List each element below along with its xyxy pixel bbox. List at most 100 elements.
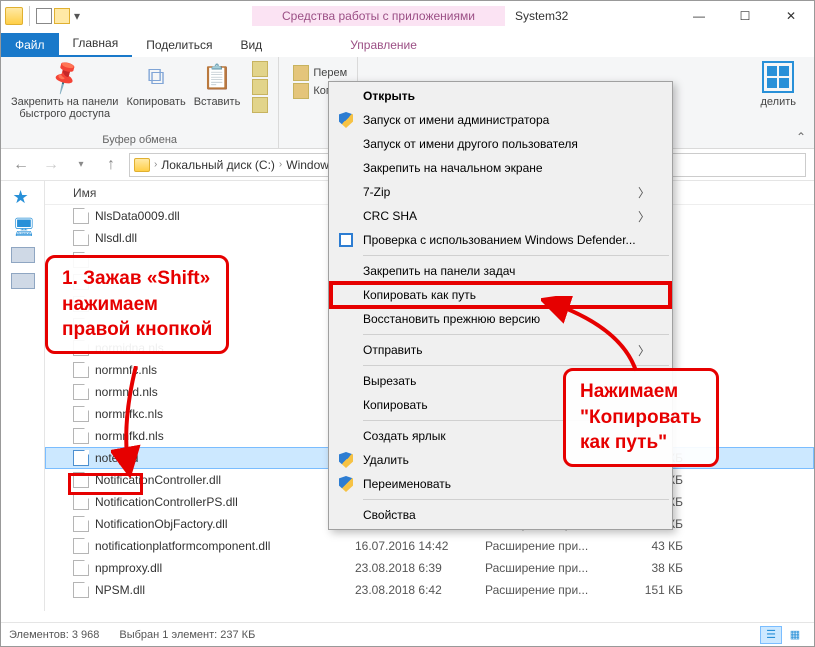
file-row[interactable]: npmproxy.dll23.08.2018 6:39Расширение пр… bbox=[45, 557, 814, 579]
drive-icon[interactable] bbox=[11, 247, 35, 263]
context-menu-item[interactable]: Создать ярлык bbox=[331, 424, 670, 448]
file-size: 38 КБ bbox=[613, 561, 683, 575]
context-menu-item[interactable]: Запуск от имени администратора bbox=[331, 108, 670, 132]
cut-button[interactable] bbox=[252, 61, 268, 77]
context-menu-label: Отправить bbox=[363, 343, 423, 357]
context-menu-label: Удалить bbox=[363, 453, 409, 467]
file-icon bbox=[73, 340, 89, 356]
tab-file[interactable]: Файл bbox=[1, 33, 59, 57]
context-menu-item[interactable]: Переименовать bbox=[331, 472, 670, 496]
context-menu[interactable]: Открыть Запуск от имени администратора Зап… bbox=[328, 81, 673, 530]
context-menu-item[interactable]: Открыть bbox=[331, 84, 670, 108]
context-menu-separator bbox=[363, 334, 669, 335]
copyto-icon bbox=[293, 83, 309, 99]
context-menu-item[interactable]: Проверка с использованием Windows Defend… bbox=[331, 228, 670, 252]
tab-manage[interactable]: Управление bbox=[336, 33, 431, 57]
tab-share[interactable]: Поделиться bbox=[132, 33, 226, 57]
tab-home[interactable]: Главная bbox=[59, 31, 133, 57]
context-menu-label: Копировать как путь bbox=[363, 288, 476, 302]
context-menu-item[interactable]: Запуск от имени другого пользователя bbox=[331, 132, 670, 156]
quickaccess-icon[interactable]: ★ bbox=[13, 187, 33, 207]
file-icon bbox=[73, 472, 89, 488]
move-label: Перем bbox=[313, 67, 347, 79]
ribbon-tabs: Файл Главная Поделиться Вид Управление bbox=[1, 31, 814, 57]
back-button[interactable]: ← bbox=[9, 153, 33, 177]
navigation-pane[interactable]: ★ 🖥 bbox=[1, 181, 45, 611]
file-type: Расширение при... bbox=[485, 583, 613, 597]
file-icon bbox=[73, 384, 89, 400]
copy-button[interactable]: ⧉ Копировать bbox=[126, 61, 185, 120]
context-menu-label: Копировать bbox=[363, 398, 428, 412]
chevron-right-icon: 〉 bbox=[638, 342, 650, 359]
file-size: 151 КБ bbox=[613, 583, 683, 597]
context-menu-label: Открыть bbox=[363, 89, 415, 103]
context-menu-item[interactable]: Копировать как путь bbox=[331, 283, 670, 307]
context-menu-label: Проверка с использованием Windows Defend… bbox=[363, 233, 636, 247]
context-menu-label: Запуск от имени администратора bbox=[363, 113, 549, 127]
context-menu-item[interactable]: Удалить bbox=[331, 448, 670, 472]
move-to-button[interactable]: Перем bbox=[293, 65, 347, 81]
file-icon bbox=[73, 208, 89, 224]
context-menu-item[interactable]: Восстановить прежнюю версию bbox=[331, 307, 670, 331]
file-icon bbox=[73, 362, 89, 378]
maximize-button[interactable]: ☐ bbox=[722, 1, 768, 31]
paste-shortcut-button[interactable] bbox=[252, 97, 268, 113]
file-row[interactable]: notificationplatformcomponent.dll16.07.2… bbox=[45, 535, 814, 557]
file-icon bbox=[73, 252, 89, 268]
chevron-right-icon: 〉 bbox=[638, 184, 650, 201]
file-icon bbox=[73, 516, 89, 532]
pastelink-icon bbox=[252, 97, 268, 113]
file-date: 16.07.2016 14:42 bbox=[355, 539, 485, 553]
file-icon bbox=[73, 318, 89, 334]
context-menu-item[interactable]: Свойства bbox=[331, 503, 670, 527]
context-menu-label: 7-Zip bbox=[363, 185, 390, 199]
moveto-icon bbox=[293, 65, 309, 81]
file-icon bbox=[73, 560, 89, 576]
paste-icon: 📋 bbox=[201, 61, 233, 93]
chevron-right-icon: › bbox=[279, 159, 282, 170]
context-menu-label: Закрепить на начальном экране bbox=[363, 161, 543, 175]
recent-button[interactable]: ▾ bbox=[69, 153, 93, 177]
breadcrumb-drive[interactable]: Локальный диск (C:) bbox=[161, 158, 275, 172]
group-clipboard-label: Буфер обмена bbox=[102, 132, 177, 146]
thispc-icon[interactable]: 🖥 bbox=[13, 217, 33, 237]
file-row[interactable]: NPSM.dll23.08.2018 6:42Расширение при...… bbox=[45, 579, 814, 601]
status-item-count: Элементов: 3 968 bbox=[9, 629, 99, 641]
context-menu-item[interactable]: Закрепить на панели задач bbox=[331, 259, 670, 283]
select-button[interactable]: делить bbox=[760, 61, 796, 108]
context-menu-item[interactable]: 7-Zip 〉 bbox=[331, 180, 670, 204]
file-name: normnfkc.nls bbox=[95, 407, 355, 421]
pin-quick-access-button[interactable]: 📌 Закрепить на панели быстрого доступа bbox=[11, 61, 118, 120]
copy-path-button[interactable] bbox=[252, 79, 268, 95]
context-menu-item[interactable]: CRC SHA〉 bbox=[331, 204, 670, 228]
context-menu-item[interactable]: Копировать bbox=[331, 393, 670, 417]
file-type: Расширение при... bbox=[485, 561, 613, 575]
context-menu-item[interactable]: Закрепить на начальном экране bbox=[331, 156, 670, 180]
qat-customize-icon[interactable]: ▾ bbox=[72, 9, 82, 23]
context-menu-label: Вырезать bbox=[363, 374, 416, 388]
file-name: normnfc.nls bbox=[95, 363, 355, 377]
drive-icon[interactable] bbox=[11, 273, 35, 289]
paste-button[interactable]: 📋 Вставить bbox=[194, 61, 241, 120]
column-name[interactable]: Имя bbox=[73, 186, 333, 200]
file-name: NlsData0009.dll bbox=[95, 209, 355, 223]
file-date: 23.08.2018 6:42 bbox=[355, 583, 485, 597]
tab-view[interactable]: Вид bbox=[226, 33, 276, 57]
context-menu-item[interactable]: Отправить 〉 bbox=[331, 338, 670, 362]
details-view-button[interactable]: ☰ bbox=[760, 626, 782, 644]
select-label: делить bbox=[760, 96, 796, 108]
qat-newfolder-icon[interactable] bbox=[54, 8, 70, 24]
qat-properties-icon[interactable] bbox=[36, 8, 52, 24]
context-menu-item[interactable]: Вырезать bbox=[331, 369, 670, 393]
icons-view-button[interactable]: ▦ bbox=[784, 626, 806, 644]
ribbon-collapse-icon[interactable]: ⌃ bbox=[796, 130, 806, 144]
chevron-right-icon: 〉 bbox=[638, 208, 650, 225]
select-icon bbox=[762, 61, 794, 93]
minimize-button[interactable]: — bbox=[676, 1, 722, 31]
file-icon bbox=[73, 428, 89, 444]
close-button[interactable]: ✕ bbox=[768, 1, 814, 31]
breadcrumb-drive-icon bbox=[134, 158, 150, 172]
up-button[interactable]: ↑ bbox=[99, 153, 123, 177]
status-selection: Выбран 1 элемент: 237 КБ bbox=[119, 629, 255, 641]
forward-button[interactable]: → bbox=[39, 153, 63, 177]
